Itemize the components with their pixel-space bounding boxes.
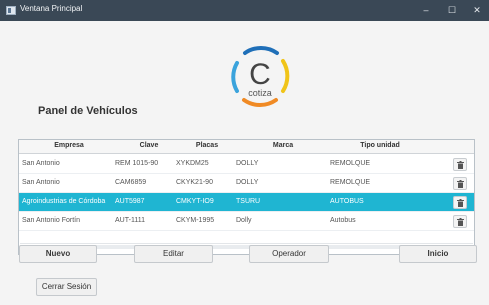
cell-marca: DOLLY [236, 160, 259, 167]
cell-clave: AUT5987 [115, 198, 145, 205]
cerrar-sesion-button[interactable]: Cerrar Sesión [36, 278, 97, 296]
delete-row-button[interactable] [453, 158, 467, 171]
operador-button[interactable]: Operador [249, 245, 329, 263]
logo-text: cotiza [248, 88, 272, 98]
close-icon[interactable]: ✕ [465, 0, 489, 21]
cell-clave: REM 1015-90 [115, 160, 159, 167]
cell-placas: CMKYT-IO9 [176, 198, 214, 205]
cell-tipo: REMOLQUE [330, 179, 371, 186]
page-title: Panel de Vehículos [38, 105, 138, 117]
cell-tipo: AUTOBUS [330, 198, 364, 205]
column-header-marca[interactable]: Marca [235, 142, 331, 149]
cell-tipo: REMOLQUE [330, 160, 371, 167]
cell-placas: XYKDM25 [176, 160, 209, 167]
editar-button[interactable]: Editar [134, 245, 213, 263]
cell-empresa: San Antonio Fortín [22, 217, 80, 224]
cell-empresa: Agroindustrias de Córdoba [22, 198, 106, 205]
cell-placas: CKYM-1995 [176, 217, 215, 224]
main-window: C cotiza Panel de Vehículos Empresa Clav… [0, 21, 489, 305]
column-header-clave[interactable]: Clave [119, 142, 179, 149]
delete-row-button[interactable] [453, 215, 467, 228]
app-icon [6, 6, 16, 15]
table-row[interactable]: San Antonio REM 1015-90 XYKDM25 DOLLY RE… [19, 155, 474, 174]
window-titlebar: Ventana Principal – ☐ ✕ [0, 0, 489, 21]
column-header-placas[interactable]: Placas [179, 142, 235, 149]
maximize-icon[interactable]: ☐ [440, 0, 464, 21]
logo-letter: C [249, 58, 271, 91]
cell-empresa: San Antonio [22, 160, 60, 167]
vehicles-table: Empresa Clave Placas Marca Tipo unidad S… [18, 139, 475, 255]
delete-row-button[interactable] [453, 177, 467, 190]
cell-marca: Dolly [236, 217, 252, 224]
inicio-button[interactable]: Inicio [399, 245, 477, 263]
cell-marca: DOLLY [236, 179, 259, 186]
trash-icon [457, 180, 464, 188]
delete-row-button[interactable] [453, 196, 467, 209]
trash-icon [457, 161, 464, 169]
cell-tipo: Autobus [330, 217, 356, 224]
cell-placas: CKYK21-90 [176, 179, 213, 186]
cell-clave: AUT-1111 [115, 217, 145, 224]
cell-clave: CAM6859 [115, 179, 147, 186]
cell-empresa: San Antonio [22, 179, 60, 186]
cell-marca: TSURU [236, 198, 261, 205]
table-row-selected[interactable]: Agroindustrias de Córdoba AUT5987 CMKYT-… [19, 193, 474, 212]
trash-icon [457, 199, 464, 207]
column-header-tipo-unidad[interactable]: Tipo unidad [331, 142, 429, 149]
column-header-empresa[interactable]: Empresa [19, 142, 119, 149]
trash-icon [457, 218, 464, 226]
window-title: Ventana Principal [20, 4, 83, 13]
cotiza-logo: C cotiza [227, 45, 293, 114]
nuevo-button[interactable]: Nuevo [19, 245, 97, 263]
table-row[interactable]: San Antonio CAM6859 CKYK21-90 DOLLY REMO… [19, 174, 474, 193]
table-row[interactable]: San Antonio Fortín AUT-1111 CKYM-1995 Do… [19, 212, 474, 231]
minimize-icon[interactable]: – [414, 0, 438, 21]
table-header: Empresa Clave Placas Marca Tipo unidad [19, 140, 474, 154]
